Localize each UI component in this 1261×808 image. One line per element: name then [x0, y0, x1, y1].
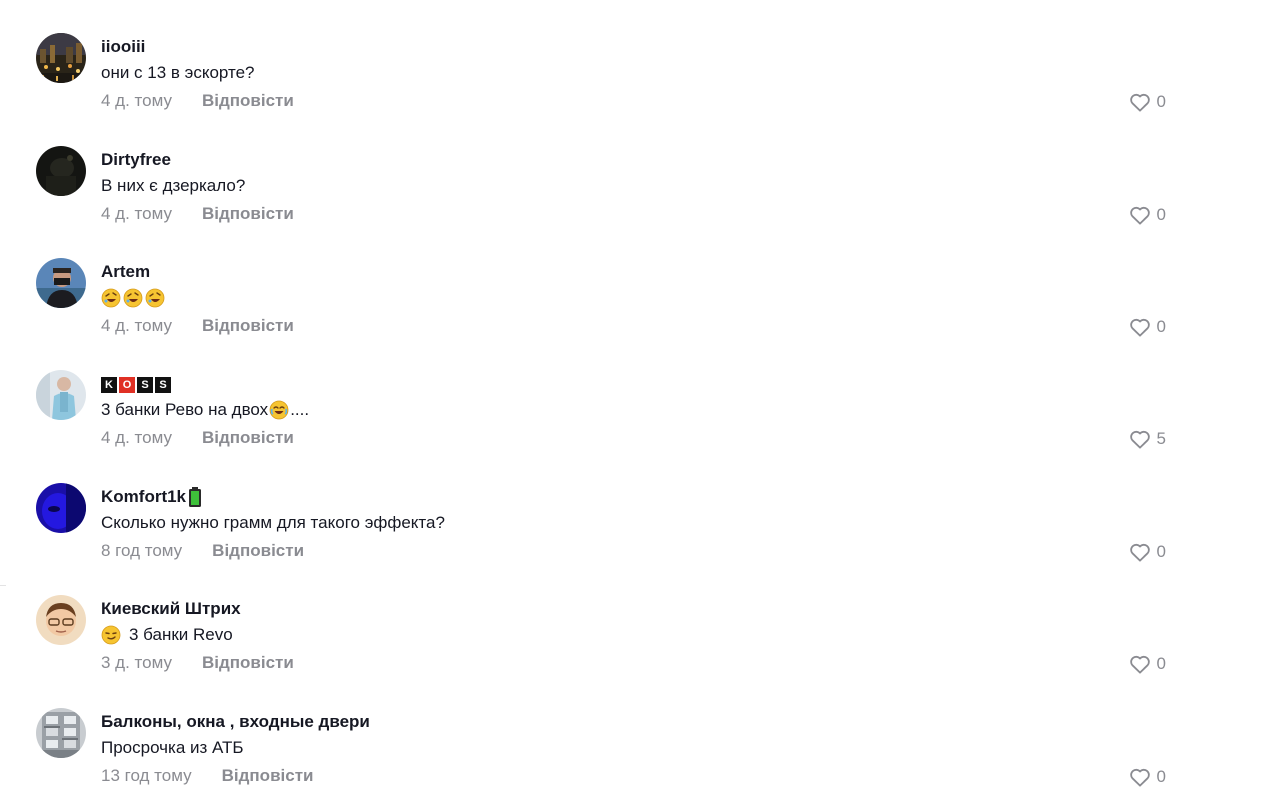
comment-item: Dirtyfree В них є дзеркало? 4 д. тому Ві… [36, 146, 1166, 236]
badge-letter: K [101, 376, 117, 393]
like-button[interactable]: 0 [1129, 654, 1166, 674]
comment-meta: 4 д. тому Відповісти [101, 203, 1166, 225]
comment-item: K O S S 3 банки Рево на двох .... 4 д. т… [36, 370, 1166, 460]
avatar[interactable] [36, 258, 86, 308]
like-button[interactable]: 0 [1129, 205, 1166, 225]
comment-content: K O S S 3 банки Рево на двох .... 4 д. т… [101, 373, 1166, 449]
comment-item: iiooiii они с 13 в эскорте? 4 д. тому Ві… [36, 33, 1166, 123]
like-button[interactable]: 0 [1129, 542, 1166, 562]
comment-item: Komfort1k Сколько нужно грамм для такого… [36, 483, 1166, 573]
avatar[interactable] [36, 146, 86, 196]
comment-content: Киевский Штрих 3 банки Revo 3 д. тому Ві… [101, 598, 1166, 674]
avatar[interactable] [36, 33, 86, 83]
comment-text: В них є дзеркало? [101, 176, 246, 195]
avatar[interactable] [36, 595, 86, 645]
comment-text-main: 3 банки Рево на двох [101, 400, 269, 419]
like-count: 0 [1156, 205, 1166, 224]
username-badge: K O S S [101, 376, 173, 394]
username[interactable]: Балконы, окна , входные двери [101, 711, 1166, 733]
badge-letter: S [137, 376, 153, 393]
comment-content: iiooiii они с 13 в эскорте? 4 д. тому Ві… [101, 36, 1166, 112]
comment-text: 3 банки Рево на двох .... [101, 399, 1166, 421]
comment-item: Балконы, окна , входные двери Просрочка … [36, 708, 1166, 798]
username[interactable]: iiooiii [101, 36, 1166, 58]
comment-text-main: 3 банки Revo [129, 625, 233, 644]
comment-text: 3 банки Revo [101, 624, 1166, 646]
battery-icon [189, 487, 202, 507]
avatar[interactable] [36, 708, 86, 758]
reply-button[interactable]: Відповісти [222, 766, 314, 786]
heart-icon [1129, 430, 1150, 449]
rolling-laughing-emoji-icon [145, 288, 165, 308]
timestamp: 8 год тому [101, 541, 183, 560]
timestamp: 4 д. тому [101, 316, 172, 335]
timestamp: 4 д. тому [101, 204, 172, 223]
rolling-laughing-emoji-icon [123, 288, 143, 308]
username-text: Komfort1k [101, 487, 187, 506]
reply-button[interactable]: Відповісти [202, 204, 294, 224]
username[interactable]: Dirtyfree [101, 149, 1166, 171]
heart-icon [1129, 655, 1150, 674]
like-count: 0 [1156, 767, 1166, 786]
smirk-emoji-icon [101, 625, 121, 645]
comment-text: Просрочка из АТБ [101, 738, 244, 757]
reply-button[interactable]: Відповісти [202, 653, 294, 673]
comment-text: они с 13 в эскорте? [101, 63, 255, 82]
heart-icon [1129, 318, 1150, 337]
like-button[interactable]: 0 [1129, 767, 1166, 787]
rolling-laughing-emoji-icon [101, 288, 121, 308]
badge-letter: S [155, 376, 171, 393]
comment-content: Komfort1k Сколько нужно грамм для такого… [101, 486, 1166, 562]
username[interactable]: Artem [101, 261, 1166, 283]
like-button[interactable]: 5 [1129, 429, 1166, 449]
avatar[interactable] [36, 483, 86, 533]
heart-icon [1129, 768, 1150, 787]
heart-icon [1129, 206, 1150, 225]
reply-button[interactable]: Відповісти [202, 316, 294, 336]
comment-item: Artem 🤣🤣🤣 [36, 258, 1166, 348]
comment-text-suffix: .... [290, 400, 310, 419]
comment-text: 🤣🤣🤣 [101, 287, 1166, 309]
joy-emoji-icon [269, 400, 289, 420]
comment-meta: 8 год тому Відповісти [101, 540, 1166, 562]
heart-icon [1129, 93, 1150, 112]
timestamp: 3 д. тому [101, 653, 172, 672]
reply-button[interactable]: Відповісти [202, 91, 294, 111]
avatar[interactable] [36, 370, 86, 420]
badge-letter: O [119, 376, 135, 393]
edge-divider [0, 585, 6, 586]
like-count: 5 [1156, 429, 1166, 448]
like-count: 0 [1156, 542, 1166, 561]
like-count: 0 [1156, 92, 1166, 111]
like-button[interactable]: 0 [1129, 92, 1166, 112]
reply-button[interactable]: Відповісти [202, 428, 294, 448]
like-button[interactable]: 0 [1129, 317, 1166, 337]
like-count: 0 [1156, 654, 1166, 673]
timestamp: 4 д. тому [101, 91, 172, 110]
comment-meta: 4 д. тому Відповісти [101, 90, 1166, 112]
comment-content: Artem 🤣🤣🤣 [101, 261, 1166, 337]
username[interactable]: Komfort1k [101, 486, 1166, 508]
comment-content: Балконы, окна , входные двери Просрочка … [101, 711, 1166, 787]
comment-item: Киевский Штрих 3 банки Revo 3 д. тому Ві… [36, 595, 1166, 685]
timestamp: 13 год тому [101, 766, 192, 785]
reply-button[interactable]: Відповісти [212, 541, 304, 561]
username[interactable]: Киевский Штрих [101, 598, 1166, 620]
timestamp: 4 д. тому [101, 428, 172, 447]
like-count: 0 [1156, 317, 1166, 336]
comment-meta: 13 год тому Відповісти [101, 765, 1166, 787]
username[interactable]: K O S S [101, 373, 1166, 395]
comment-meta: 4 д. тому Відповісти [101, 315, 1166, 337]
comment-text: Сколько нужно грамм для такого эффекта? [101, 513, 445, 532]
comment-content: Dirtyfree В них є дзеркало? 4 д. тому Ві… [101, 149, 1166, 225]
heart-icon [1129, 543, 1150, 562]
comment-meta: 4 д. тому Відповісти [101, 427, 1166, 449]
comment-meta: 3 д. тому Відповісти [101, 652, 1166, 674]
